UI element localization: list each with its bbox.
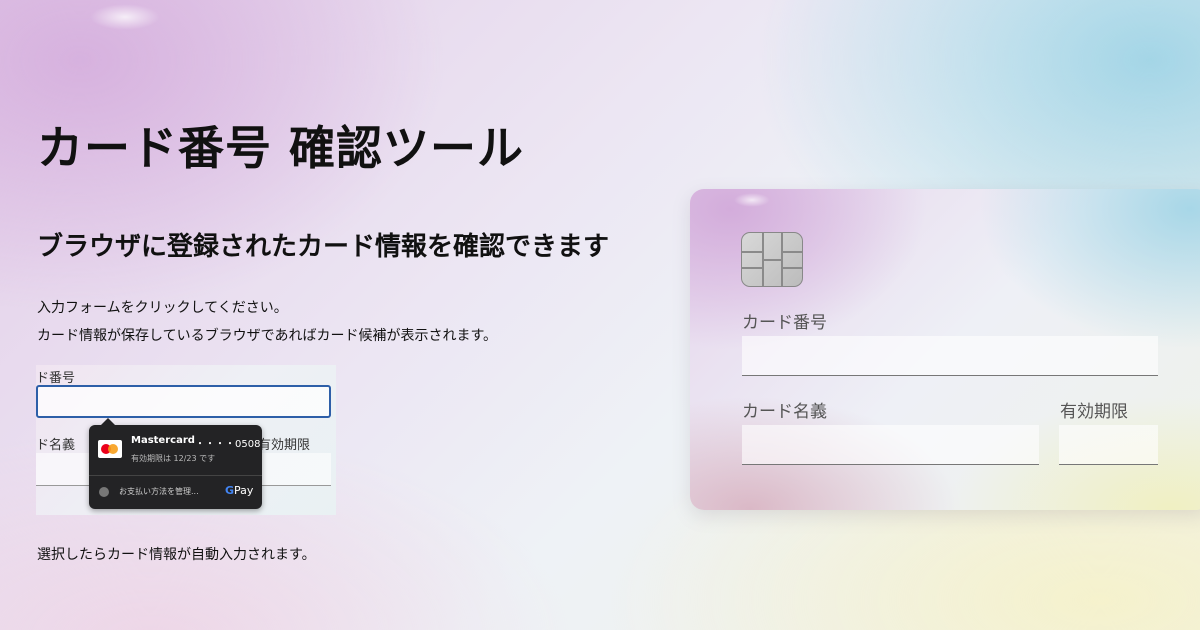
instruction-line-2: カード情報が保存しているブラウザであればカード候補が表示されます。: [37, 328, 498, 344]
example-expiry-label: 有効期限: [258, 438, 311, 453]
card-name-label: カード名義: [742, 402, 827, 422]
popup-divider: [89, 475, 262, 476]
mastercard-icon: [98, 440, 122, 458]
autofill-card-brand: Mastercard: [131, 435, 195, 446]
example-card-number-label: ド番号: [36, 371, 76, 386]
background-smudge: [90, 4, 160, 30]
manage-payment-methods-text: お支払い方法を管理...: [119, 487, 199, 496]
card-smudge: [734, 193, 770, 207]
card-name-input[interactable]: [742, 425, 1039, 465]
expiry-label: 有効期限: [1060, 402, 1128, 422]
autofill-example-screenshot: ド番号 ド名義 有効期限 Mastercard ・・・・0508 有効期限は 1…: [36, 365, 336, 515]
expiry-input[interactable]: [1059, 425, 1158, 465]
autofill-card-expiry: 有効期限は 12/23 です: [131, 454, 216, 463]
settings-icon: [99, 487, 109, 497]
footer-note: 選択したらカード情報が自動入力されます。: [37, 547, 316, 563]
card-form: カード番号 カード名義 有効期限: [690, 189, 1200, 510]
instruction-line-1: 入力フォームをクリックしてください。: [37, 300, 288, 316]
card-number-label: カード番号: [742, 313, 827, 333]
autofill-popup: Mastercard ・・・・0508 有効期限は 12/23 です お支払い方…: [89, 418, 262, 509]
autofill-card-last-digits: ・・・・0508: [195, 439, 261, 450]
example-card-number-field: [36, 385, 331, 418]
google-pay-logo: GPay: [225, 484, 254, 497]
card-chip-icon: [741, 232, 803, 287]
page-title: カード番号 確認ツール: [37, 121, 525, 175]
example-card-name-label: ド名義: [36, 438, 76, 453]
card-number-input[interactable]: [742, 336, 1158, 376]
page-subtitle: ブラウザに登録されたカード情報を確認できます: [37, 232, 610, 262]
